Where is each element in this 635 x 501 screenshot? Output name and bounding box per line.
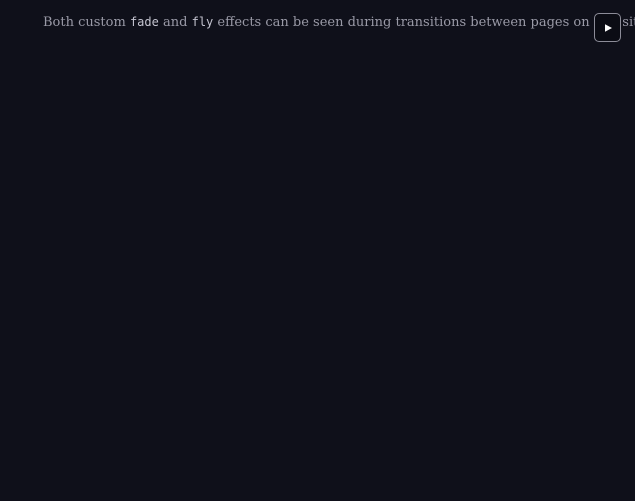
description-prefix: Both custom: [43, 15, 126, 30]
code-fade: fade: [129, 15, 159, 29]
page: Both custom fade and fly effects can be …: [0, 0, 635, 501]
description-mid: and: [163, 15, 188, 30]
code-fly: fly: [191, 15, 214, 29]
description-text: Both custom fade and fly effects can be …: [43, 12, 635, 33]
play-icon: [604, 23, 612, 32]
play-button[interactable]: [594, 13, 621, 42]
description-suffix: effects can be seen during transitions b…: [217, 15, 635, 30]
